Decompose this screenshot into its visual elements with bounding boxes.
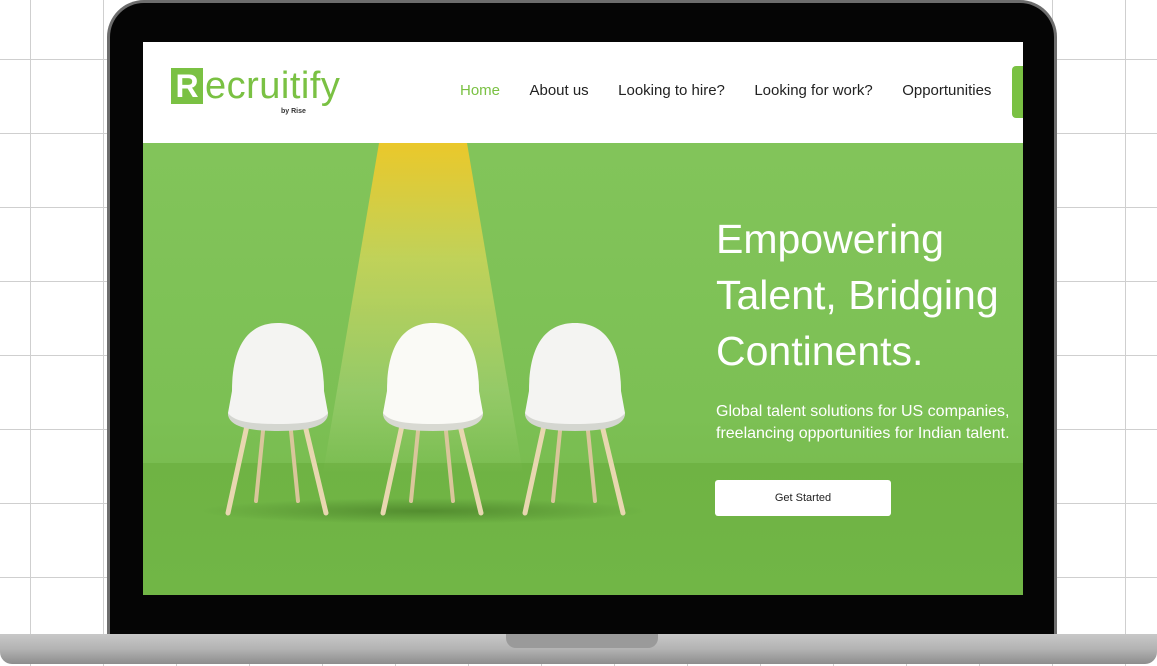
hero-headline: Empowering Talent, Bridging Continents. bbox=[716, 211, 1023, 379]
logo-tagline: by Rise bbox=[281, 108, 306, 115]
headline-line-3: Continents. bbox=[716, 328, 924, 374]
logo-wordmark: ecruitify bbox=[205, 65, 341, 107]
chair-right bbox=[522, 323, 626, 516]
chair-left bbox=[225, 323, 329, 516]
nav-item-home[interactable]: Home bbox=[460, 82, 500, 99]
get-started-button[interactable]: Get Started bbox=[715, 480, 891, 516]
nav-item-looking-to-hire[interactable]: Looking to hire? bbox=[618, 82, 725, 99]
headline-line-2: Talent, Bridging bbox=[716, 272, 999, 318]
nav-item-looking-for-work[interactable]: Looking for work? bbox=[754, 82, 872, 99]
site-header: R ecruitify by Rise Home About us Lookin… bbox=[143, 42, 1023, 143]
nav-item-about-us[interactable]: About us bbox=[529, 82, 588, 99]
recruitify-logo[interactable]: R ecruitify by Rise bbox=[171, 65, 351, 120]
chair-middle bbox=[380, 323, 484, 516]
headline-line-1: Empowering bbox=[716, 216, 944, 262]
nav-item-opportunities[interactable]: Opportunities bbox=[902, 82, 991, 99]
hero-section: Empowering Talent, Bridging Continents. … bbox=[143, 143, 1023, 595]
logo-initial: R bbox=[171, 68, 203, 104]
laptop-base-notch bbox=[506, 634, 658, 648]
main-nav: Home About us Looking to hire? Looking f… bbox=[460, 82, 1016, 102]
nav-cta-button[interactable] bbox=[1012, 66, 1023, 118]
hero-subtext: Global talent solutions for US companies… bbox=[716, 403, 1010, 442]
browser-screen: R ecruitify by Rise Home About us Lookin… bbox=[143, 42, 1023, 595]
